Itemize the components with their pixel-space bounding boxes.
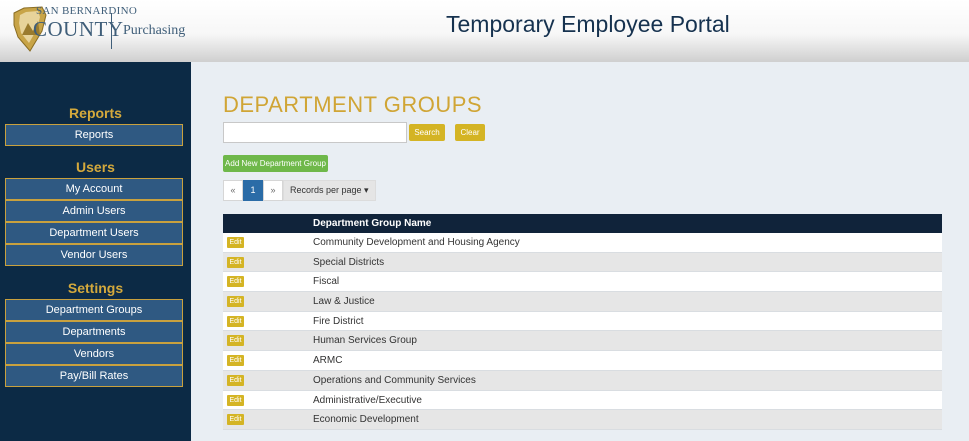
edit-button[interactable]: Edit [227, 374, 244, 386]
table-row: Edit Fiscal [223, 272, 942, 293]
clear-button[interactable]: Clear [455, 124, 485, 141]
logo-divider [111, 13, 112, 49]
department-group-name: Administrative/Executive [313, 394, 422, 406]
edit-button[interactable]: Edit [227, 256, 244, 268]
table-row: Edit Law & Justice [223, 292, 942, 312]
column-header-name: Department Group Name [313, 218, 432, 229]
sidebar-item-my-account[interactable]: My Account [5, 178, 183, 200]
edit-button[interactable]: Edit [227, 394, 244, 406]
edit-button[interactable]: Edit [227, 296, 244, 308]
edit-button[interactable]: Edit [227, 414, 244, 426]
table-row: Edit Economic Development [223, 410, 942, 430]
table-row: Edit Community Development and Housing Ag… [223, 233, 942, 253]
sidebar-item-vendors[interactable]: Vendors [5, 343, 183, 365]
add-department-group-button[interactable]: Add New Department Group [223, 155, 328, 172]
sidebar-item-pay-bill-rates[interactable]: Pay/Bill Rates [5, 365, 183, 387]
logo-wordmark-line2: COUNTY [33, 17, 124, 41]
sidebar-item-department-users[interactable]: Department Users [5, 222, 183, 244]
sidebar-heading-reports: Reports [69, 105, 122, 121]
department-group-name: Law & Justice [313, 296, 375, 308]
sidebar: Reports Reports Users My Account Admin U… [0, 62, 191, 441]
edit-button[interactable]: Edit [227, 355, 244, 367]
table-row: Edit Operations and Community Services [223, 370, 942, 391]
table-row: Edit Fire District [223, 311, 942, 332]
department-groups-table: Department Group Name Edit Community Deve… [223, 214, 942, 430]
table-row: Edit ARMC [223, 351, 942, 371]
records-per-page-dropdown[interactable]: Records per page ▾ [283, 180, 376, 201]
department-group-name: Special Districts [313, 256, 385, 268]
page-header: SAN BERNARDINO COUNTY Purchasing Tempora… [0, 0, 969, 62]
department-group-name: Economic Development [313, 414, 419, 426]
sidebar-item-admin-users[interactable]: Admin Users [5, 200, 183, 222]
table-row: Edit Administrative/Executive [223, 390, 942, 411]
department-group-name: Fiscal [313, 276, 340, 288]
table-body: Edit Community Development and Housing Ag… [223, 233, 942, 430]
table-header: Department Group Name [223, 214, 942, 233]
page-title: DEPARTMENT GROUPS [223, 92, 483, 117]
search-input[interactable] [223, 122, 407, 143]
department-label: Purchasing [123, 23, 186, 38]
sidebar-heading-settings: Settings [67, 280, 124, 296]
pager-prev[interactable]: « [223, 180, 243, 201]
table-row: Edit Human Services Group [223, 331, 942, 352]
pager-page-current[interactable]: 1 [243, 180, 263, 201]
sidebar-item-department-groups[interactable]: Department Groups [5, 299, 183, 321]
search-button[interactable]: Search [409, 124, 445, 141]
department-group-name: Operations and Community Services [313, 374, 476, 386]
pager-next[interactable]: » [263, 180, 283, 201]
table-row: Edit Special Districts [223, 252, 942, 273]
portal-title: Temporary Employee Portal [446, 11, 730, 37]
sidebar-item-vendor-users[interactable]: Vendor Users [5, 244, 183, 266]
department-group-name: ARMC [313, 355, 343, 367]
pagination: « 1 » Records per page ▾ [223, 180, 376, 201]
department-group-name: Fire District [313, 315, 364, 327]
edit-button[interactable]: Edit [227, 335, 244, 347]
department-group-name: Community Development and Housing Agency [313, 237, 520, 248]
department-group-name: Human Services Group [313, 335, 417, 347]
edit-button[interactable]: Edit [227, 315, 244, 327]
main-content: DEPARTMENT GROUPS Search Clear Add New D… [191, 62, 969, 441]
sidebar-heading-users: Users [76, 159, 115, 175]
sidebar-item-reports[interactable]: Reports [5, 124, 183, 146]
edit-button[interactable]: Edit [227, 237, 244, 248]
sidebar-item-departments[interactable]: Departments [5, 321, 183, 343]
logo-wordmark-line1: SAN BERNARDINO [36, 5, 138, 17]
edit-button[interactable]: Edit [227, 276, 244, 288]
